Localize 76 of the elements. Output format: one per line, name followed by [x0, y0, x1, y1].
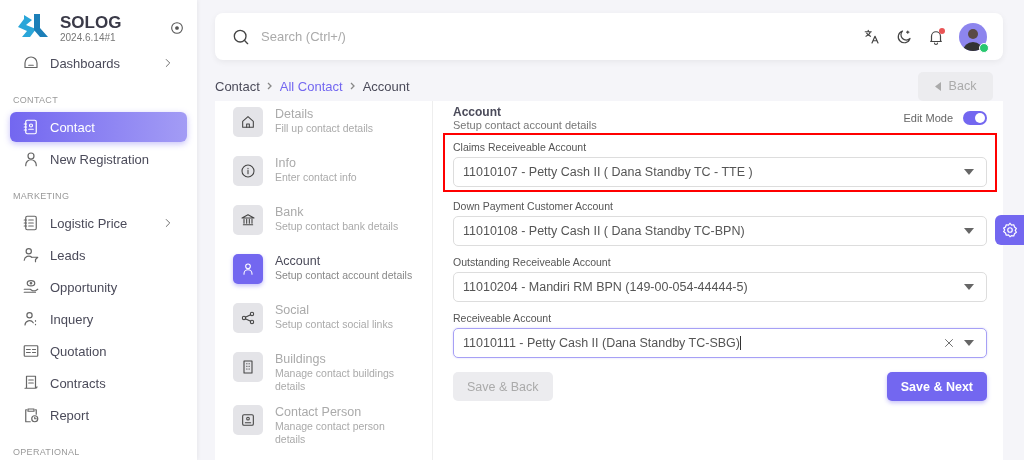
breadcrumb-item: Account [362, 78, 410, 94]
step-subtitle: Manage contact person details [275, 420, 386, 446]
select-field[interactable]: 11010107 - Petty Cash II ( Dana Standby TC - TTE ) [453, 157, 987, 187]
edit-mode-toggle[interactable] [963, 111, 987, 125]
clear-icon[interactable] [942, 336, 956, 350]
user-filter-icon [22, 246, 40, 264]
section-heading: MARKETING [12, 190, 71, 203]
step-title: Social [275, 303, 311, 318]
breadcrumb-item: Contact [215, 78, 260, 94]
step-subtitle: Setup contact account details [275, 269, 414, 282]
version-label: 2024.6.14#1 [60, 31, 117, 43]
dropdown-arrow-icon [964, 340, 974, 346]
bell-icon[interactable] [927, 27, 945, 46]
user-icon [22, 150, 40, 168]
nav-item[interactable]: Inquery [10, 304, 187, 334]
radio-toggle-icon[interactable] [169, 20, 185, 36]
form-subtitle: Setup contact account details [453, 119, 597, 131]
brand-name: SOLOG [60, 13, 122, 32]
edit-mode-label: Edit Mode [903, 112, 953, 124]
step-subtitle: Setup contact social links [275, 318, 394, 331]
step-title: Buildings [275, 352, 327, 367]
section-heading: OPERATIONAL [12, 446, 81, 459]
nav-item[interactable]: Leads [10, 240, 187, 270]
avatar[interactable] [959, 22, 987, 51]
settings-icon [1000, 221, 1019, 239]
section-heading: CONTACT [12, 94, 59, 107]
step-title: Contact Person [275, 405, 363, 420]
select-field[interactable]: 11010108 - Petty Cash II ( Dana Standby TC-BPN) [453, 216, 987, 246]
contact-card-icon [233, 405, 263, 435]
nav-item[interactable]: Logistic Price [10, 208, 187, 238]
select-field[interactable]: 11010111 - Petty Cash II (Dana Standby TC-SBG) [453, 328, 987, 358]
chevron-icon [266, 82, 273, 90]
list-icon [22, 214, 40, 232]
nav-item[interactable]: Contracts [10, 368, 187, 398]
field-label: Outstanding Receiveable Account [453, 256, 612, 268]
step-subtitle: Fill up contact details [275, 122, 375, 135]
step-title: Details [275, 107, 315, 122]
moon-icon[interactable] [895, 27, 913, 46]
home-icon [233, 107, 263, 137]
building-icon [233, 352, 263, 382]
breadcrumb-link[interactable]: All Contact [279, 78, 343, 94]
hand-coin-icon [22, 278, 40, 296]
nav-item[interactable]: New Registration [10, 144, 187, 174]
search-field[interactable]: Search (Ctrl+/) [259, 28, 463, 45]
step-subtitle: Manage contact buildings details [275, 367, 396, 393]
clipboard-clock-icon [22, 406, 40, 424]
field-label: Down Payment Customer Account [453, 200, 614, 212]
nav-item[interactable]: Report [10, 400, 187, 430]
form-title: Account [453, 105, 502, 119]
save-next-button[interactable]: Save & Next [886, 372, 987, 401]
dropdown-arrow-icon [964, 284, 974, 290]
dropdown-arrow-icon [964, 169, 974, 175]
step-subtitle: Enter contact info [275, 171, 358, 184]
settings-button[interactable] [995, 215, 1024, 245]
contact-book-icon [22, 118, 40, 136]
caret-icon [934, 81, 941, 91]
user-icon [233, 254, 263, 284]
document-icon [22, 374, 40, 392]
chevron-icon [349, 82, 356, 90]
nav-item[interactable]: Opportunity [10, 272, 187, 302]
info-icon [233, 156, 263, 186]
nav-item[interactable]: Dashboards [10, 48, 187, 78]
dropdown-arrow-icon [964, 228, 974, 234]
translate-icon[interactable] [863, 27, 881, 46]
nav-item[interactable]: Quotation [10, 336, 187, 366]
step-item[interactable]: Account Setup contact account details [233, 254, 432, 291]
field-label: Claims Receiveable Account [453, 141, 588, 153]
step-title: Bank [275, 205, 305, 220]
field-label: Receiveable Account [453, 312, 553, 324]
bank-icon [233, 205, 263, 235]
step-title: Account [275, 254, 322, 269]
step-subtitle: Setup contact bank details [275, 220, 400, 233]
share-icon [233, 303, 263, 333]
step-title: Info [275, 156, 297, 171]
id-card-icon [22, 342, 40, 360]
select-field[interactable]: 11010204 - Mandiri RM BPN (149-00-054-44444-5) [453, 272, 987, 302]
